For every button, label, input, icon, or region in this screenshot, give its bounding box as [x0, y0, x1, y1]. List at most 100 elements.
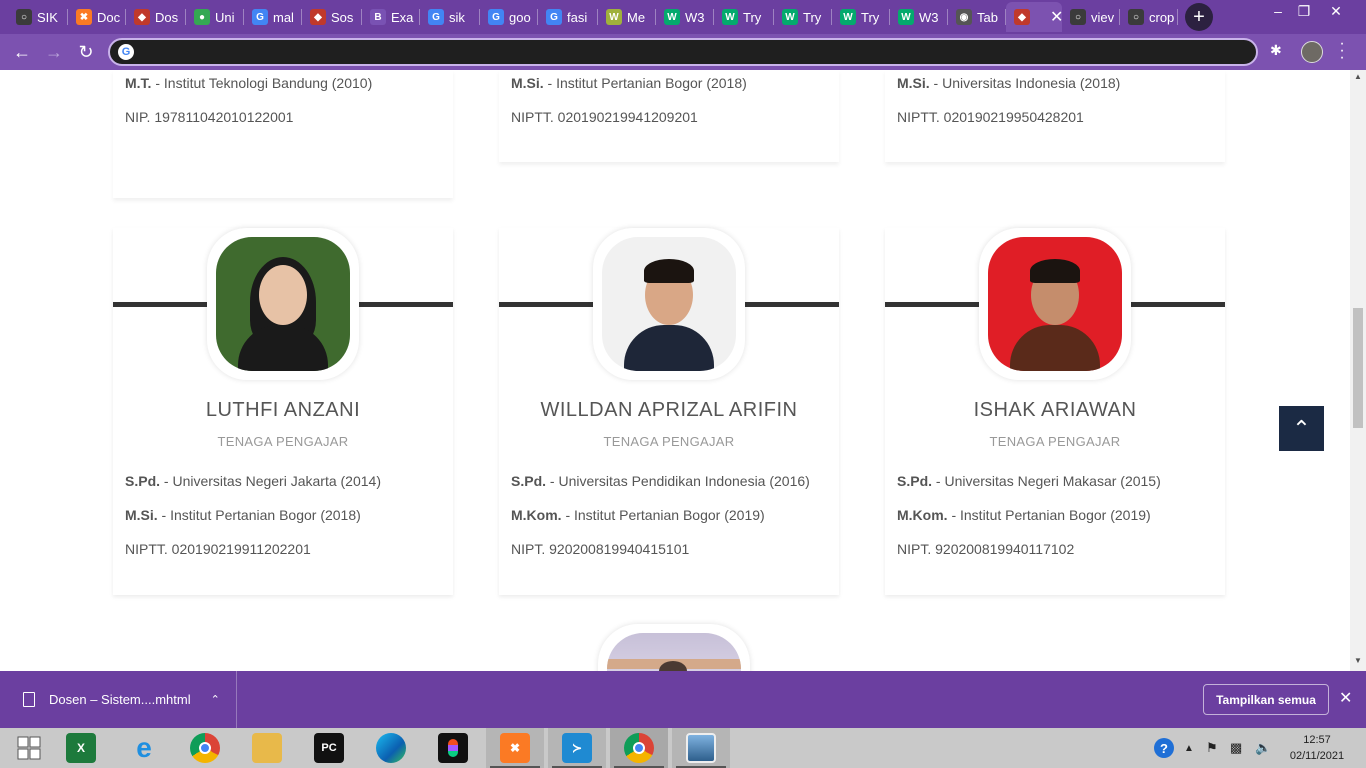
- globe-icon: ○: [1128, 9, 1144, 25]
- tab-title: mal: [273, 9, 294, 25]
- education-line: M.Kom. - Institut Pertanian Bogor (2019): [897, 507, 1151, 523]
- menu-kebab-icon[interactable]: · · ·: [1336, 36, 1348, 66]
- figma-icon[interactable]: [424, 728, 482, 768]
- browser-tab[interactable]: ○ crop: [1120, 2, 1178, 32]
- education-line: M.Si. - Institut Pertanian Bogor (2018): [125, 507, 361, 523]
- lecturer-name: LUTHFI ANZANI: [205, 399, 361, 421]
- browser-tab[interactable]: ● Uni: [186, 2, 244, 32]
- lecturer-photo: [216, 237, 350, 371]
- download-item[interactable]: Dosen – Sistem....mhtml ⌃: [0, 671, 237, 728]
- scrollbar-thumb[interactable]: [1353, 308, 1363, 428]
- next-lecturer-photo: [598, 624, 750, 671]
- start-icon[interactable]: [0, 728, 58, 768]
- degree-label: S.Pd.: [125, 473, 161, 489]
- tab-title: sik: [449, 9, 465, 25]
- employee-id: NIPT. 920200819940117102: [897, 541, 1075, 557]
- browser-tab[interactable]: W W3: [656, 2, 714, 32]
- institution-text: - Universitas Negeri Jakarta (2014): [160, 473, 381, 489]
- photos-icon[interactable]: [672, 728, 730, 768]
- employee-id: NIPTT. 020190219950428201: [897, 109, 1084, 125]
- scroll-to-top-button[interactable]: ⌃: [1279, 406, 1324, 451]
- browser-tab[interactable]: W Try: [774, 2, 832, 32]
- browser-tab[interactable]: ✖ Doc: [68, 2, 126, 32]
- pycharm-icon[interactable]: PC: [300, 728, 358, 768]
- tab-title: Sos: [331, 9, 354, 25]
- browser-tab[interactable]: W W3: [890, 2, 948, 32]
- w3schools-icon: W: [606, 9, 622, 25]
- forward-arrow-icon[interactable]: →: [40, 38, 68, 66]
- education-line: M.T. - Institut Teknologi Bandung (2010): [125, 75, 372, 91]
- degree-label: M.Si.: [511, 75, 544, 91]
- institution-text: - Universitas Indonesia (2018): [929, 75, 1121, 91]
- campus-logo-icon: ◆: [310, 9, 326, 25]
- xampp-icon[interactable]: ✖: [486, 728, 544, 768]
- system-clock[interactable]: 12:57 02/11/2021: [1282, 732, 1352, 764]
- close-download-bar-icon[interactable]: ✕: [1339, 688, 1352, 708]
- lecturer-role: TENAGA PENGAJAR: [217, 434, 349, 449]
- address-bar[interactable]: G: [108, 38, 1258, 66]
- reload-icon[interactable]: ↻: [72, 38, 100, 66]
- close-window-button[interactable]: ✕: [1316, 0, 1356, 22]
- scroll-down-arrow-icon[interactable]: ▼: [1350, 656, 1366, 665]
- w3schools-icon: W: [782, 9, 798, 25]
- chrome-icon[interactable]: [176, 728, 234, 768]
- lecturer-card: M.Si. - Institut Pertanian Bogor (2018) N…: [499, 70, 839, 162]
- lecturer-photo: [602, 237, 736, 371]
- browser-tab[interactable]: W Me: [598, 2, 656, 32]
- network-icon[interactable]: ▩: [1230, 728, 1242, 768]
- ie-icon[interactable]: e: [115, 728, 173, 768]
- file-icon: [23, 692, 35, 707]
- browser-tab[interactable]: ◆ ✕: [1006, 2, 1062, 32]
- chrome-icon: ◉: [956, 9, 972, 25]
- lecturer-role: TENAGA PENGAJAR: [989, 434, 1121, 449]
- maps-pin-icon: ●: [194, 9, 210, 25]
- file-explorer-icon[interactable]: [238, 728, 296, 768]
- address-input[interactable]: [142, 42, 1242, 62]
- edge-icon[interactable]: [362, 728, 420, 768]
- degree-label: M.Si.: [897, 75, 930, 91]
- show-all-downloads-button[interactable]: Tampilkan semua: [1203, 684, 1329, 715]
- lecturer-photo-frame: [593, 228, 745, 380]
- help-icon[interactable]: ?: [1154, 728, 1174, 768]
- excel-icon[interactable]: X: [52, 728, 110, 768]
- tab-title: fasi: [567, 9, 588, 25]
- browser-tab[interactable]: Gsik: [420, 2, 480, 32]
- lecturer-card: WILLDAN APRIZAL ARIFIN TENAGA PENGAJAR S.P…: [499, 228, 839, 595]
- browser-tab[interactable]: ◆ Dos: [126, 2, 186, 32]
- browser-tab[interactable]: W Try: [832, 2, 890, 32]
- xampp-icon: ✖: [76, 9, 92, 25]
- extensions-puzzle-icon[interactable]: ✱: [1270, 42, 1288, 60]
- tab-title: Me: [627, 9, 646, 25]
- tab-title: Try: [861, 9, 880, 25]
- browser-tab[interactable]: B Exa: [362, 2, 420, 32]
- close-tab-icon[interactable]: ✕: [1050, 7, 1062, 27]
- scroll-up-arrow-icon[interactable]: ▲: [1350, 72, 1366, 81]
- globe-icon: ○: [1070, 9, 1086, 25]
- w3schools-icon: W: [664, 9, 680, 25]
- browser-tab[interactable]: W Try: [714, 2, 774, 32]
- education-line: M.Kom. - Institut Pertanian Bogor (2019): [511, 507, 765, 523]
- browser-tab[interactable]: ◆ Sos: [302, 2, 362, 32]
- employee-id: NIPTT. 020190219941209201: [511, 109, 698, 125]
- browser-tab[interactable]: Gmal: [244, 2, 302, 32]
- lecturer-card: LUTHFI ANZANI TENAGA PENGAJAR S.Pd. - Univ…: [113, 228, 453, 595]
- tab-title: Try: [743, 9, 762, 25]
- profile-avatar[interactable]: [1301, 41, 1323, 63]
- education-line: M.Si. - Universitas Indonesia (2018): [897, 75, 1120, 91]
- browser-tab[interactable]: Gfasi: [538, 2, 598, 32]
- flag-icon[interactable]: ⚑: [1206, 728, 1218, 768]
- tab-title: Try: [803, 9, 822, 25]
- vscode-icon[interactable]: ≻: [548, 728, 606, 768]
- browser-tab[interactable]: Ggoo: [480, 2, 538, 32]
- chevron-up-icon[interactable]: ⌃: [211, 693, 220, 706]
- chrome-active-icon[interactable]: [610, 728, 668, 768]
- back-arrow-icon[interactable]: ←: [8, 38, 36, 66]
- volume-icon[interactable]: 🔈: [1255, 728, 1271, 768]
- institution-text: - Institut Pertanian Bogor (2019): [947, 507, 1151, 523]
- show-hidden-icons-chevron-icon[interactable]: ▲: [1184, 728, 1194, 768]
- page-scrollbar[interactable]: ▲ ▼: [1350, 70, 1366, 671]
- new-tab-button[interactable]: +: [1185, 3, 1213, 31]
- browser-tab[interactable]: ◉ Tab: [948, 2, 1006, 32]
- browser-tab[interactable]: ○ viev: [1062, 2, 1120, 32]
- browser-tab[interactable]: ○ SIK: [8, 2, 68, 32]
